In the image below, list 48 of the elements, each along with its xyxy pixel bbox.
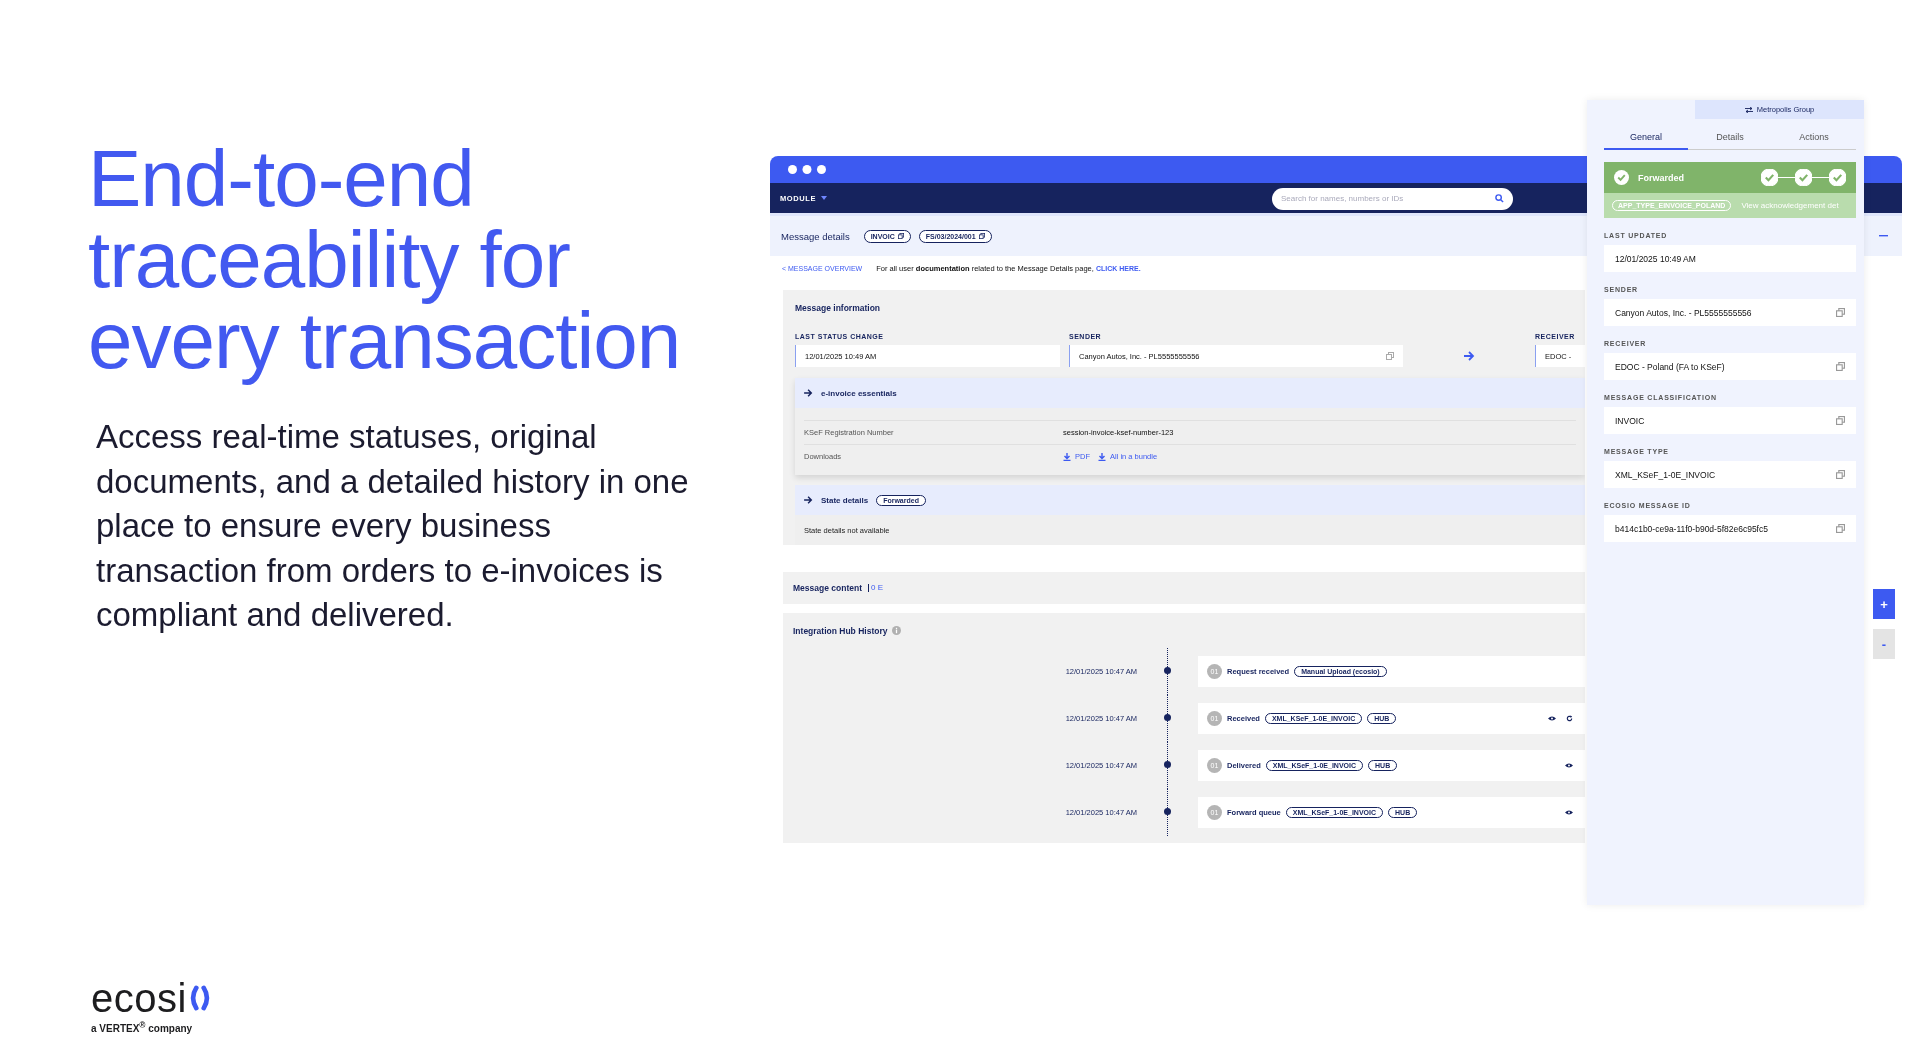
window-controls-icon bbox=[788, 165, 826, 174]
copy-icon[interactable] bbox=[1836, 308, 1845, 317]
field-value: INVOIC bbox=[1604, 407, 1856, 434]
message-content-bar[interactable]: Message content 0 E bbox=[783, 572, 1585, 604]
copy-icon bbox=[897, 233, 904, 239]
logo-wordmark: ecosi bbox=[91, 979, 187, 1016]
search-field[interactable]: Search for names, numbers or IDs bbox=[1272, 187, 1513, 210]
eye-icon[interactable] bbox=[1548, 716, 1556, 721]
copy-icon bbox=[978, 233, 985, 239]
download-icon bbox=[1063, 452, 1071, 461]
copy-icon[interactable] bbox=[1836, 362, 1845, 371]
status-label: Forwarded bbox=[1638, 172, 1684, 183]
copy-icon[interactable] bbox=[1836, 524, 1845, 533]
accordion-header[interactable]: e-invoice essentials bbox=[795, 378, 1585, 408]
caret-icon bbox=[821, 196, 828, 200]
search-icon bbox=[1495, 193, 1504, 203]
section-title: Message information bbox=[795, 303, 882, 313]
arrow-icon bbox=[804, 389, 813, 397]
panel-tab[interactable]: Actions bbox=[1772, 125, 1856, 150]
panel-tab[interactable]: Details bbox=[1688, 125, 1772, 150]
logo-tagline: a VERTEX$^{®}$ company bbox=[91, 1019, 194, 1034]
check-circle-icon bbox=[1614, 170, 1629, 185]
eye-icon[interactable] bbox=[1565, 763, 1573, 768]
field-value: 12/01/2025 10:49 AM bbox=[1604, 245, 1856, 272]
field-value: XML_KSeF_1-0E_INVOIC bbox=[1604, 461, 1856, 488]
intro-text: Access real-time statuses, original documents, and a detailed history in one place to ensure every business transaction from orders to e-invoices is compliant and delivered. bbox=[96, 417, 690, 635]
accordion-title: e-invoice essentials bbox=[821, 388, 897, 398]
accordion-title: State details bbox=[821, 495, 869, 505]
copy-icon[interactable] bbox=[1836, 416, 1845, 425]
field-value: Canyon Autos, Inc. - PL5555555556 bbox=[1604, 299, 1856, 326]
swap-icon bbox=[1744, 106, 1753, 113]
zoom-in-button[interactable]: + bbox=[1873, 589, 1895, 619]
panel-tab[interactable]: General bbox=[1604, 125, 1688, 150]
copy-icon[interactable] bbox=[1836, 470, 1845, 479]
content-count: 0 E bbox=[867, 584, 883, 592]
zoom-out-button[interactable]: - bbox=[1873, 629, 1895, 659]
info-icon[interactable] bbox=[892, 626, 902, 635]
arrow-icon bbox=[1463, 351, 1475, 361]
field-value: b414c1b0-ce9a-11f0-b90d-5f82e6c95fc5 bbox=[1604, 515, 1856, 542]
field-value: EDOC - Poland (FA to KSeF) bbox=[1604, 353, 1856, 380]
copy-icon[interactable] bbox=[1386, 352, 1394, 360]
eye-icon[interactable] bbox=[1565, 810, 1573, 815]
section-title: Message content bbox=[793, 583, 862, 593]
download-icon bbox=[1098, 452, 1106, 461]
refresh-icon[interactable] bbox=[1566, 715, 1573, 722]
arrow-icon bbox=[804, 496, 813, 504]
section-title: Integration Hub History bbox=[793, 625, 888, 636]
page-title: Message details bbox=[781, 230, 850, 242]
